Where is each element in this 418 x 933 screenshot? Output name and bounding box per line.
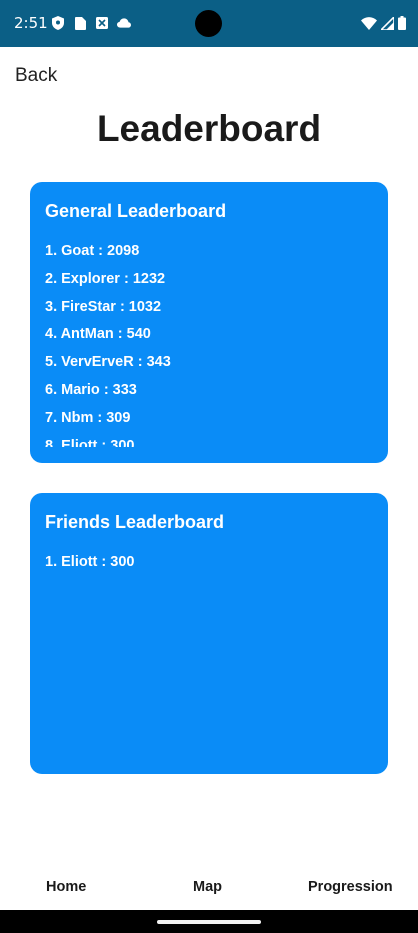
- notification-icon: [95, 16, 109, 30]
- shield-icon: [51, 16, 65, 30]
- battery-icon: [398, 16, 406, 30]
- status-icons-right: [361, 13, 406, 33]
- status-bar: 2:51: [0, 0, 418, 47]
- sim-card-icon: [73, 16, 87, 30]
- friends-leaderboard-card: Friends Leaderboard 1. Eliott : 300: [30, 493, 388, 774]
- wifi-icon: [361, 16, 377, 30]
- bottom-nav: Home Map Progression: [0, 866, 418, 906]
- list-item: 3. FireStar : 1032: [45, 298, 162, 315]
- list-item: 7. Nbm : 309: [45, 409, 131, 426]
- cloud-icon: [117, 16, 131, 30]
- general-leaderboard-list[interactable]: 1. Goat : 2098 2. Explorer : 1232 3. Fir…: [45, 242, 373, 447]
- nav-map[interactable]: Map: [193, 878, 222, 896]
- list-item: 1. Goat : 2098: [45, 243, 140, 259]
- list-item: 4. AntMan : 540: [45, 326, 151, 343]
- camera-cutout: [195, 10, 222, 37]
- gesture-handle[interactable]: [157, 920, 261, 924]
- nav-progression[interactable]: Progression: [308, 878, 393, 896]
- friends-leaderboard-list[interactable]: 1. Eliott : 300: [45, 553, 373, 758]
- general-leaderboard-title: General Leaderboard: [45, 201, 227, 221]
- list-item: 6. Mario : 333: [45, 381, 137, 398]
- list-item: 8. Eliott : 300: [45, 437, 135, 447]
- status-icons-left: [51, 14, 131, 32]
- back-button[interactable]: Back: [15, 64, 57, 88]
- general-leaderboard-card: General Leaderboard 1. Goat : 2098 2. Ex…: [30, 182, 388, 463]
- list-item: 2. Explorer : 1232: [45, 270, 166, 287]
- status-time: 2:51: [14, 14, 48, 32]
- gesture-bar: [0, 910, 418, 933]
- signal-icon: [381, 16, 394, 30]
- list-item: 5. VervErveR : 343: [45, 354, 171, 371]
- list-item: 1. Eliott : 300: [45, 554, 135, 570]
- page-title: Leaderboard: [96, 108, 322, 149]
- nav-home[interactable]: Home: [46, 878, 86, 896]
- friends-leaderboard-title: Friends Leaderboard: [45, 512, 225, 532]
